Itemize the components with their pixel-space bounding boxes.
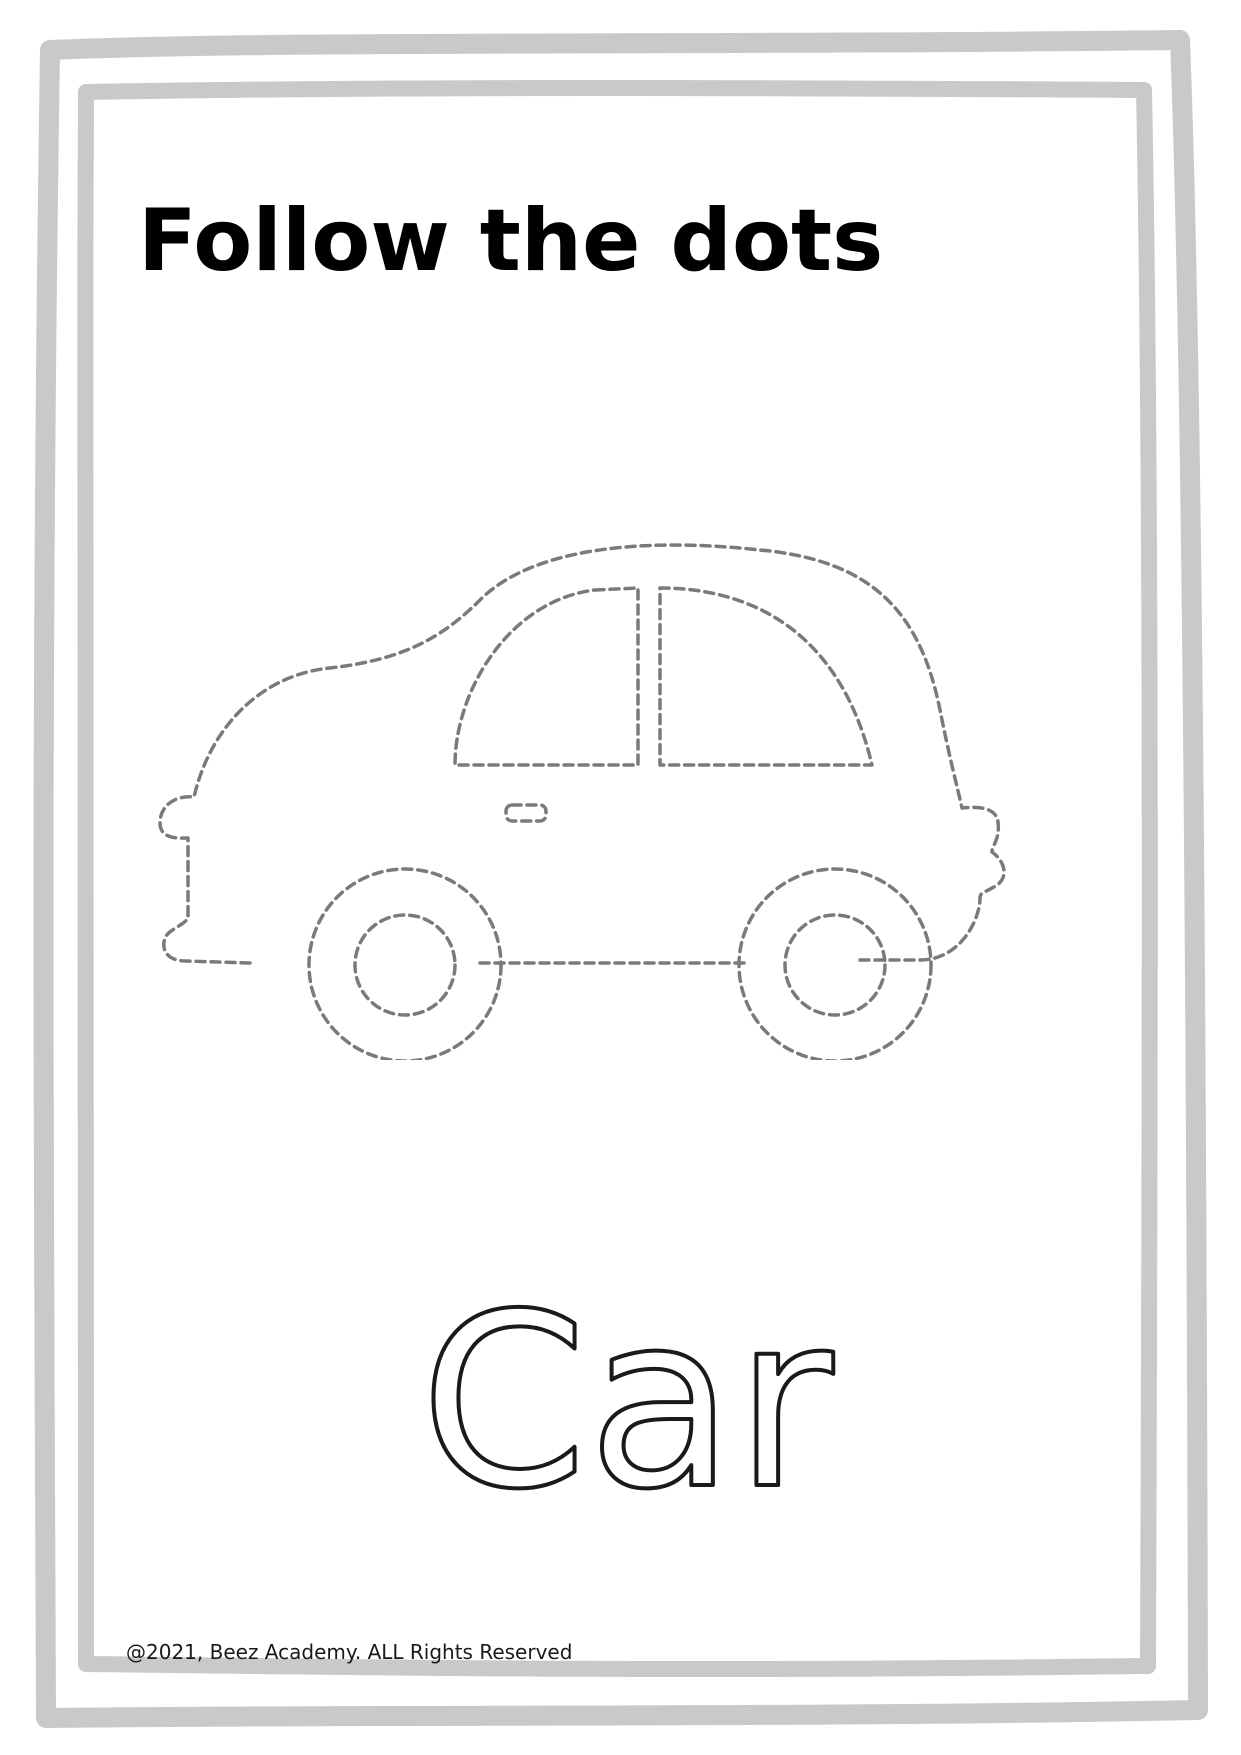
rear-wheel-hub: [353, 913, 457, 1017]
page-title: Follow the dots: [138, 191, 884, 291]
copyright-notice: @2021, Beez Academy. ALL Rights Reserved: [126, 1640, 573, 1664]
car-icon: [158, 543, 1006, 1060]
car-rear-window: [658, 586, 874, 767]
car-door-handle: [504, 803, 548, 823]
car-front-window: [453, 586, 640, 767]
word-outline: Car: [420, 1265, 836, 1525]
front-wheel-outer: [737, 867, 933, 1060]
front-wheel-hub: [783, 913, 887, 1017]
rear-wheel-outer: [307, 867, 503, 1060]
car-body-outline: [158, 543, 1006, 965]
word-car: Car: [420, 1265, 834, 1525]
